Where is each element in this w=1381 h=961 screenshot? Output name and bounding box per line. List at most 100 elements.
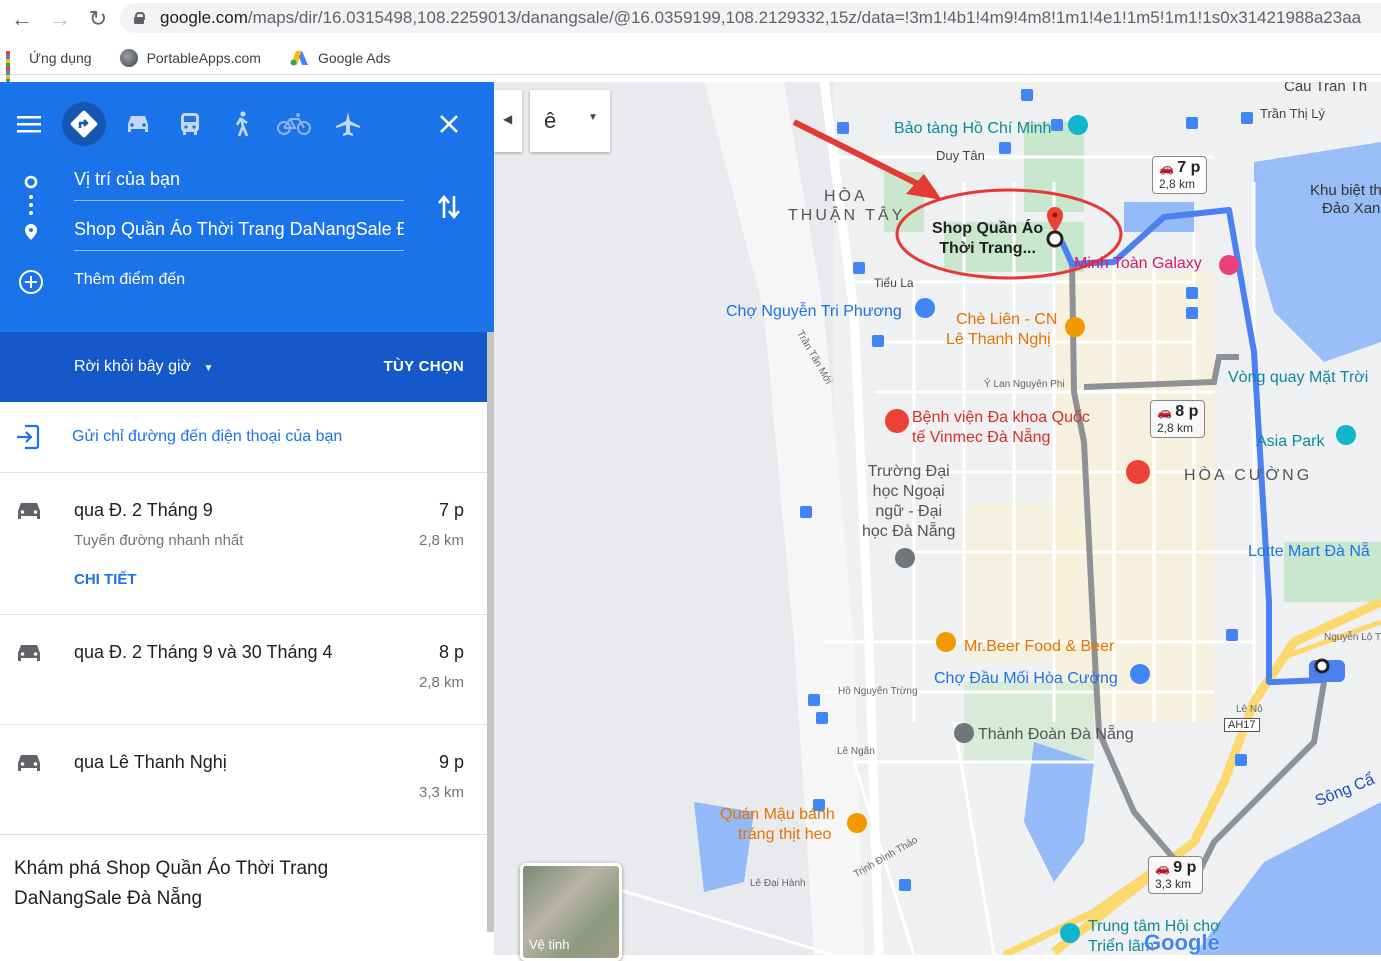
place-label[interactable]: Khu biệt th [1310,182,1381,199]
place-label-line: học Đà Nẵng [862,523,956,540]
departure-options-bar: Rời khỏi bây giờ ▼ TÙY CHỌN [0,332,494,402]
send-to-device-icon [17,424,40,450]
route-details-link[interactable]: CHI TIẾT [74,571,137,588]
district-label: HÒA [824,188,868,205]
street-label: Tiểu La [874,276,914,290]
street-label: Hồ Nguyên Trừng [838,686,918,697]
route-time: 7 p [438,500,464,520]
place-label[interactable]: Asia Park [1256,433,1324,451]
layer-control[interactable]: ê ▼ [530,90,610,152]
google-ads-icon [289,50,309,66]
car-icon [18,503,40,519]
destination-input[interactable]: Shop Quần Áo Thời Trang DaNangSale Đà Nẵ… [74,214,404,251]
send-to-phone-link: Gửi chỉ đường đến điện thoại của bạn [72,428,343,445]
options-button[interactable]: TÙY CHỌN [384,358,464,375]
bookmark-label: PortableApps.com [146,50,261,66]
directions-panel: Vị trí của bạn Shop Quần Áo Thời Trang D… [0,82,494,955]
address-bar[interactable]: google.com/maps/dir/16.0315498,108.22590… [120,3,1381,33]
best-route-icon[interactable] [62,102,106,146]
route-time-box-2[interactable]: 🚗 8 p 2,8 km [1150,400,1206,438]
place-label[interactable]: Chợ Nguyễn Tri Phương [726,303,902,321]
send-to-phone-row[interactable]: Gửi chỉ đường đến điện thoại của bạn [0,402,487,473]
bookmark-label: Google Ads [317,50,391,66]
close-icon[interactable] [429,104,469,144]
place-label-line: ngữ - Đại [875,503,943,520]
route-time-box-3[interactable]: 🚗 9 p 3,3 km [1148,856,1204,894]
place-label[interactable]: Vòng quay Mặt Trời [1228,369,1368,387]
flight-mode-icon[interactable] [328,104,368,144]
route-distance: 3,3 km [418,784,464,801]
place-label[interactable]: Quán Mậu bánh [720,806,835,824]
place-label[interactable]: tráng thịt heo [738,826,831,844]
add-destination-button[interactable]: Thêm điểm đến [74,271,185,289]
route-box-distance: 2,8 km [1157,421,1194,435]
place-label[interactable]: Lê Thanh Nghị [946,331,1051,349]
origin-input[interactable]: Vị trí của bạn [74,164,404,201]
satellite-layer-toggle[interactable]: Vệ tinh [520,863,622,961]
car-icon: 🚗 [1159,161,1174,175]
reload-icon[interactable]: ↻ [82,3,114,35]
street-label: Duy Tân [936,148,985,163]
car-icon [18,755,40,771]
street-label: Lê Đại Hành [750,878,806,889]
route-option-3[interactable]: qua Lê Thanh Nghị 9 p 3,3 km [0,724,487,835]
url-path: /maps/dir/16.0315498,108.2259013/danangs… [247,8,1362,27]
bookmark-portableapps[interactable]: PortableApps.com [119,49,261,67]
route-box-time: 8 p [1175,403,1199,420]
caret-down-icon: ▼ [203,363,214,374]
menu-icon[interactable] [9,104,49,144]
bike-mode-icon[interactable] [274,104,314,144]
caret-left-icon: ◀ [503,112,513,126]
place-label[interactable]: Đảo Xan [1322,200,1380,217]
place-label[interactable]: tế Vinmec Đà Nẵng [912,429,1050,447]
browser-toolbar: ← → ↻ google.com/maps/dir/16.0315498,108… [0,0,1381,38]
route-distance: 2,8 km [418,674,464,691]
place-label-line: Trường Đại [867,463,950,480]
collapse-panel-button[interactable]: ◀ [494,90,522,152]
route-time: 8 p [438,642,464,662]
route-time: 9 p [438,752,464,772]
street-label: Ỷ Lan Nguyên Phi [984,379,1065,390]
layer-control-label: ê [544,108,557,133]
bookmark-google-ads[interactable]: Google Ads [289,50,390,66]
lock-icon [134,12,145,24]
route-name: qua Đ. 2 Tháng 9 [74,500,213,520]
apps-grid-icon [6,51,20,87]
street-label: Lê Nô [1236,704,1263,715]
place-label[interactable]: Bảo tàng Hồ Chí Minh [894,120,1051,138]
place-label[interactable]: Bệnh viện Đa khoa Quốc [912,409,1090,427]
walk-mode-icon[interactable] [222,104,262,144]
destination-label-line-2: Thời Trang... [939,240,1036,257]
url-host: google.com [160,8,248,27]
panel-scrollbar[interactable] [487,332,494,932]
car-icon [18,645,40,661]
swap-icon[interactable] [436,192,462,227]
highway-shield: AH17 [1224,718,1260,732]
place-label[interactable]: Thành Đoàn Đà Nẵng [978,726,1134,744]
forward-icon[interactable]: → [44,3,76,35]
route-subtitle: Tuyến đường nhanh nhất [74,532,244,549]
map-canvas[interactable]: ◀ ê ▼ Shop Quần Áo Thời Trang... 🚗 7 p 2… [494,82,1381,955]
place-label[interactable]: Minh Toàn Galaxy [1074,255,1202,273]
car-icon: 🚗 [1155,861,1170,875]
route-option-2[interactable]: qua Đ. 2 Tháng 9 và 30 Tháng 4 8 p 2,8 k… [0,614,487,725]
bookmark-apps[interactable]: Ứng dụng [6,50,92,87]
directions-header: Vị trí của bạn Shop Quần Áo Thời Trang D… [0,82,494,332]
car-mode-icon[interactable] [118,104,158,144]
place-label[interactable]: Trường Đại học Ngoại ngữ - Đại học Đà Nẵ… [862,462,955,542]
place-label[interactable]: Chợ Đầu Mối Hòa Cường [934,670,1118,688]
place-label[interactable]: Lotte Mart Đà Nẵ [1248,543,1370,561]
route-distance: 2,8 km [418,532,464,549]
transit-mode-icon[interactable] [170,104,210,144]
district-label: THUẬN TÂY [788,207,906,224]
street-label: Trần Thị Lý [1260,106,1326,121]
route-time-box-1[interactable]: 🚗 7 p 2,8 km [1152,156,1208,194]
route-option-1[interactable]: qua Đ. 2 Tháng 9 Tuyến đường nhanh nhất … [0,472,487,615]
place-label[interactable]: Mr.Beer Food & Beer [964,638,1114,656]
route-box-distance: 2,8 km [1159,177,1196,191]
leave-now-dropdown[interactable]: Rời khỏi bây giờ ▼ [74,358,213,376]
destination-map-label[interactable]: Shop Quần Áo Thời Trang... [932,219,1043,259]
bookmark-label: Ứng dụng [29,50,92,66]
place-label[interactable]: Chè Liên - CN [956,311,1057,329]
back-icon[interactable]: ← [6,3,38,35]
